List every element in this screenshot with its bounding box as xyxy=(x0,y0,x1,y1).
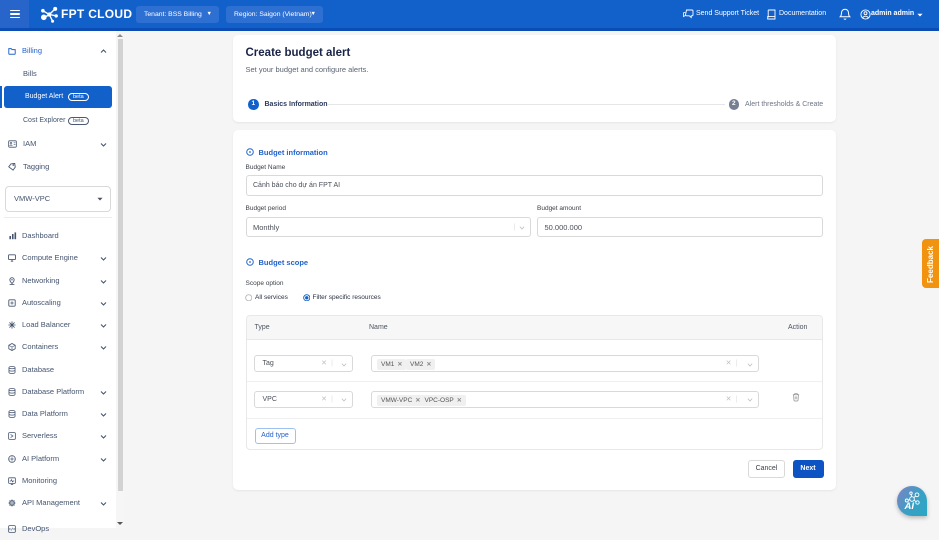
svg-text:AI: AI xyxy=(904,501,915,512)
